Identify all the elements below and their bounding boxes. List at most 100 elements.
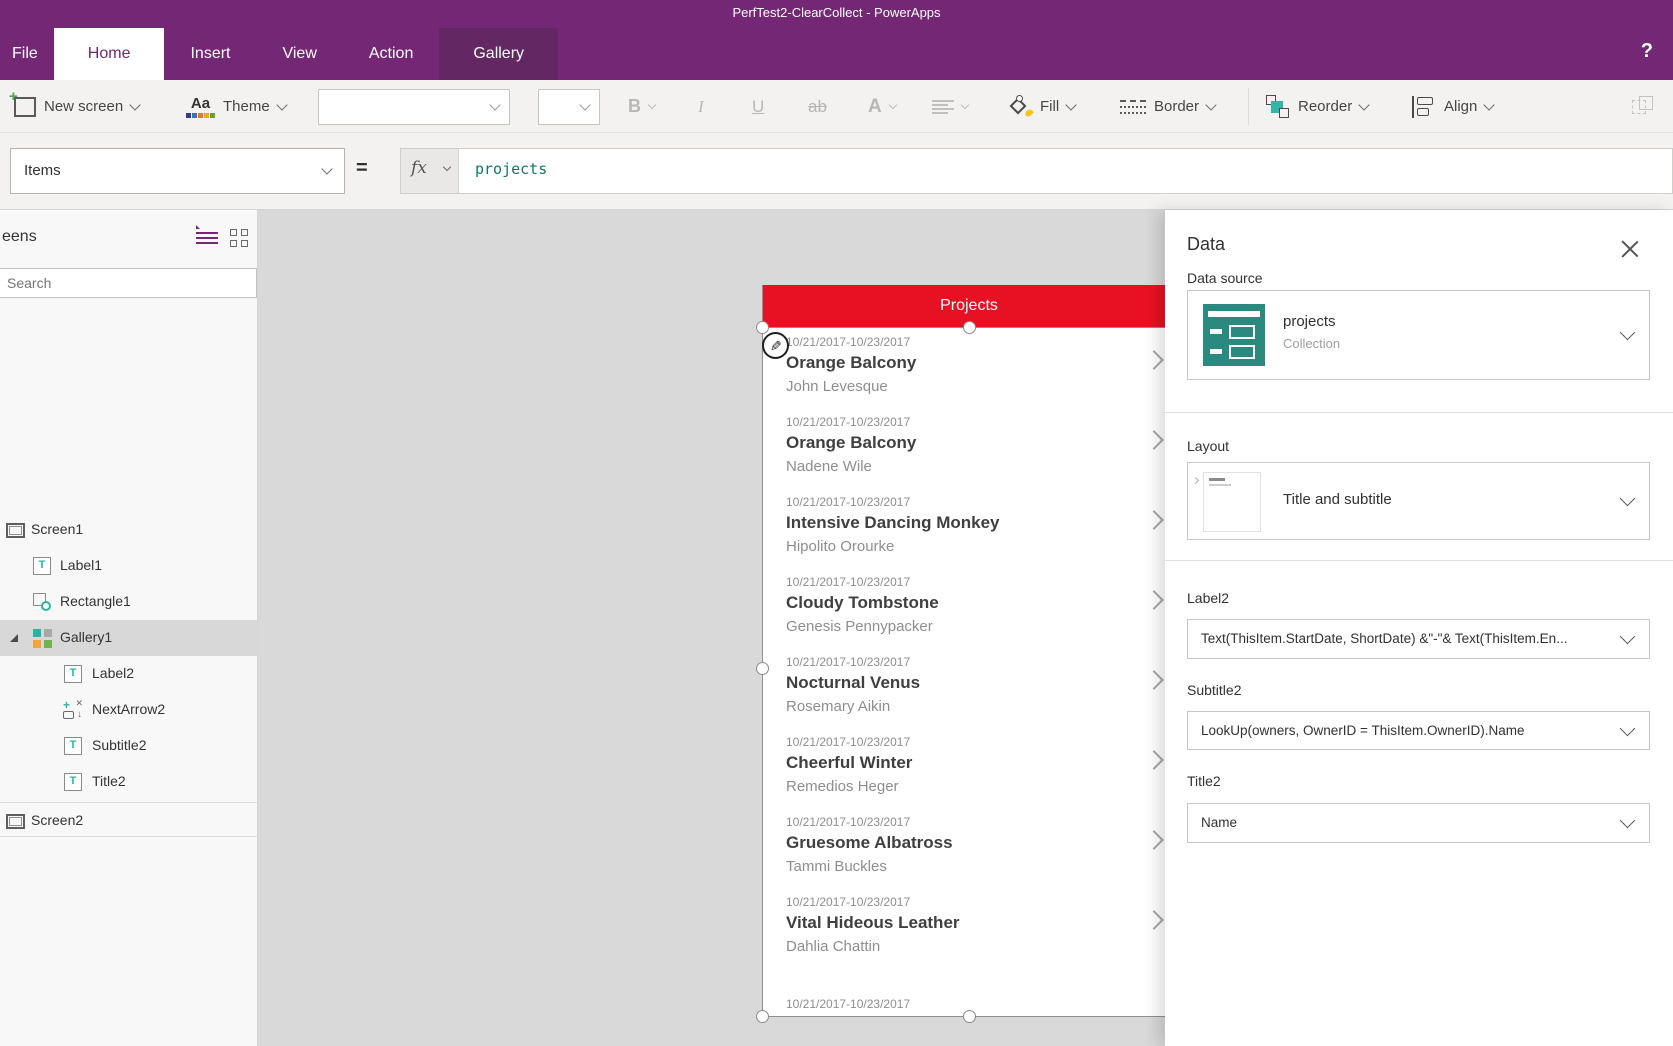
tree-item-label: Title2 <box>92 773 126 789</box>
menu-home[interactable]: Home <box>54 28 165 80</box>
item-date: 10/21/2017-10/23/2017 <box>786 415 1176 430</box>
label2-formula-value: Text(ThisItem.StartDate, ShortDate) &"-"… <box>1188 620 1649 658</box>
gallery-item[interactable]: 10/21/2017-10/23/2017 Nocturnal Venus Ro… <box>762 647 1176 727</box>
tree-item-screen1[interactable]: Screen1 <box>0 512 258 548</box>
formula-input[interactable]: projects <box>475 160 1662 178</box>
align-button[interactable]: Align <box>1412 80 1493 133</box>
equals-sign: = <box>356 157 368 180</box>
new-screen-icon: + <box>14 97 36 117</box>
align-icon <box>1412 96 1436 118</box>
tree-item-label: Label2 <box>92 665 134 681</box>
data-panel-title: Data <box>1187 234 1225 255</box>
tree-item-screen2[interactable]: Screen2 <box>0 802 258 837</box>
search-input[interactable] <box>0 268 257 298</box>
item-subtitle: Rosemary Aikin <box>786 695 1176 718</box>
gallery-icon <box>33 629 52 648</box>
chevron-down-icon <box>443 163 451 171</box>
gallery-preview[interactable]: Projects 10/21/2017-10/23/2017 Orange Ba… <box>762 285 1176 1017</box>
screens-panel-title: eens <box>2 228 37 246</box>
divider <box>1165 560 1673 561</box>
italic-icon: I <box>698 97 704 117</box>
grid-view-icon[interactable] <box>230 229 248 247</box>
tree-item-label: Screen2 <box>31 812 83 828</box>
theme-button[interactable]: Aa Theme <box>186 80 286 133</box>
chevron-down-icon <box>1359 99 1370 110</box>
close-icon[interactable] <box>1621 240 1639 258</box>
item-date: 10/21/2017-10/23/2017 <box>786 335 1176 350</box>
theme-icon: Aa <box>186 96 215 118</box>
tree-item-subtitle2[interactable]: T Subtitle2 <box>0 728 258 764</box>
label2-formula-dropdown[interactable]: Text(ThisItem.StartDate, ShortDate) &"-"… <box>1187 619 1650 659</box>
titlebar: PerfTest2-ClearCollect - PowerApps <box>0 0 1673 28</box>
menu-view[interactable]: View <box>256 28 342 80</box>
font-color-icon: A <box>868 96 882 118</box>
edit-pencil-icon[interactable]: ✎ <box>762 332 789 359</box>
text-align-icon <box>932 100 954 114</box>
data-source-dropdown[interactable]: projects Collection <box>1187 290 1650 380</box>
reorder-icon <box>1266 95 1290 119</box>
underline-icon: U <box>752 97 764 117</box>
tree-item-label1[interactable]: T Label1 <box>0 548 258 584</box>
gallery-item[interactable]: 10/21/2017-10/23/2017 Intensive Dancing … <box>762 487 1176 567</box>
chevron-down-icon <box>1620 491 1636 507</box>
data-source-type: Collection <box>1283 336 1340 351</box>
item-subtitle: Remedios Heger <box>786 775 1176 798</box>
resize-handle[interactable] <box>756 662 769 675</box>
tree-item-nextarrow2[interactable]: +✕↓ NextArrow2 <box>0 692 258 728</box>
gallery-body[interactable]: 10/21/2017-10/23/2017 Orange Balcony Joh… <box>762 327 1176 1017</box>
resize-handle[interactable] <box>756 1010 769 1023</box>
gallery-item[interactable]: 10/21/2017-10/23/2017 Cheerful Winter Re… <box>762 727 1176 807</box>
gallery-item[interactable]: 10/21/2017-10/23/2017 Cloudy Tombstone G… <box>762 567 1176 647</box>
layout-dropdown[interactable]: Title and subtitle <box>1187 462 1650 540</box>
item-title: Orange Balcony <box>786 350 1176 375</box>
resize-handle[interactable] <box>756 321 769 334</box>
collection-icon <box>1203 304 1265 366</box>
bold-button: B <box>628 80 655 133</box>
expand-collapse-icon[interactable] <box>10 634 18 642</box>
border-button[interactable]: Border <box>1120 80 1215 133</box>
item-title: Gruesome Albatross <box>786 830 1176 855</box>
gallery-item[interactable]: 10/21/2017-10/23/2017 Vital Hideous Leat… <box>762 887 1176 967</box>
menu-insert[interactable]: Insert <box>164 28 256 80</box>
item-title: Cheerful Winter <box>786 750 1176 775</box>
underline-button: U <box>752 80 764 133</box>
title2-formula-dropdown[interactable]: Name <box>1187 803 1650 843</box>
tree-item-title2[interactable]: T Title2 <box>0 764 258 800</box>
property-dropdown-value: Items <box>24 162 61 179</box>
new-screen-button[interactable]: + New screen <box>14 80 139 133</box>
chevron-down-icon <box>130 99 141 110</box>
formula-bar: Items = fx projects <box>0 133 1673 210</box>
item-title: Vital Hideous Leather <box>786 910 1176 935</box>
menu-file[interactable]: File <box>0 28 54 80</box>
font-family-dropdown[interactable] <box>318 89 510 125</box>
strikethrough-icon: ab <box>808 97 827 117</box>
item-date: 10/21/2017-10/23/2017 <box>786 895 1176 910</box>
font-size-dropdown[interactable] <box>538 89 600 125</box>
gallery-item[interactable]: 10/21/2017-10/23/2017 Orange Balcony Nad… <box>762 407 1176 487</box>
text-align-button <box>932 80 968 133</box>
item-subtitle: Hipolito Orourke <box>786 535 1176 558</box>
chevron-down-icon <box>648 100 656 108</box>
resize-handle[interactable] <box>963 1010 976 1023</box>
resize-handle[interactable] <box>963 321 976 334</box>
property-dropdown[interactable]: Items <box>10 148 345 194</box>
chevron-down-icon <box>276 99 287 110</box>
tree-item-label: Subtitle2 <box>92 737 146 753</box>
app-title: PerfTest2-ClearCollect - PowerApps <box>0 5 1673 20</box>
subtitle2-formula-dropdown[interactable]: LookUp(owners, OwnerID = ThisItem.OwnerI… <box>1187 711 1650 750</box>
list-view-icon[interactable] <box>196 230 218 246</box>
fill-button[interactable]: Fill <box>1008 80 1075 133</box>
tree-item-label: Screen1 <box>31 521 83 537</box>
fx-button[interactable]: fx <box>401 149 459 193</box>
help-icon[interactable]: ? <box>1641 40 1653 63</box>
rectangle-icon <box>33 593 51 611</box>
data-source-label: Data source <box>1187 270 1262 286</box>
reorder-button[interactable]: Reorder <box>1266 80 1368 133</box>
menu-action[interactable]: Action <box>343 28 439 80</box>
gallery-item[interactable]: 10/21/2017-10/23/2017 Gruesome Albatross… <box>762 807 1176 887</box>
tree-item-rectangle1[interactable]: Rectangle1 <box>0 584 258 620</box>
tree-item-gallery1[interactable]: Gallery1 <box>0 620 258 656</box>
tree-item-label2[interactable]: T Label2 <box>0 656 258 692</box>
gallery-item[interactable]: 10/21/2017-10/23/2017 Orange Balcony Joh… <box>762 327 1176 407</box>
menu-gallery[interactable]: Gallery <box>439 28 558 80</box>
